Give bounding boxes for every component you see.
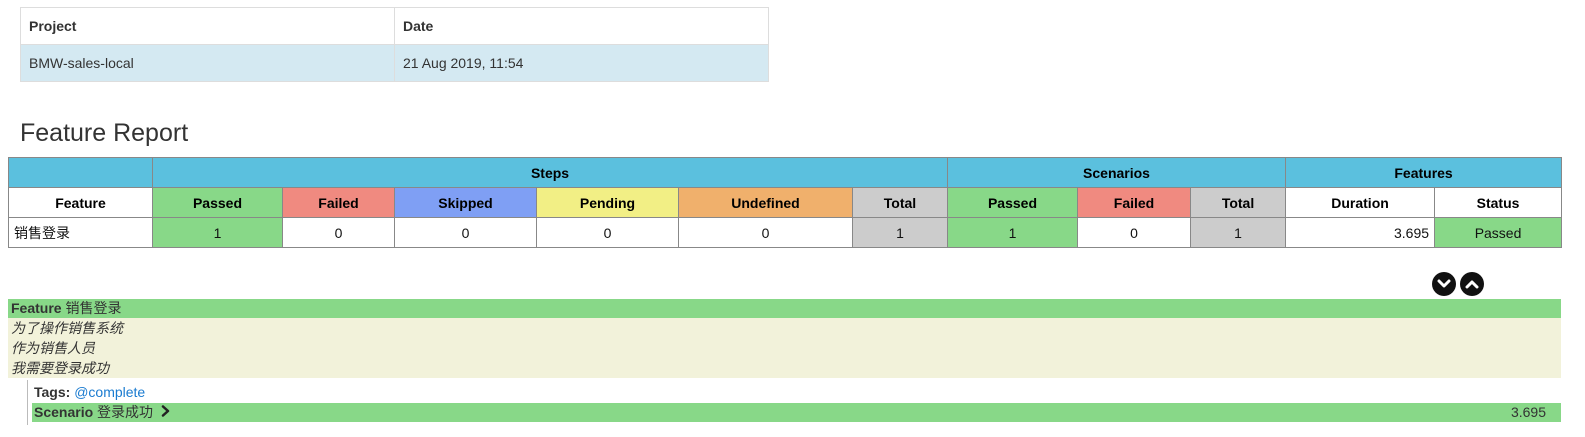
description-line: 我需要登录成功 [11, 360, 109, 376]
feature-name: 销售登录 [65, 300, 122, 316]
feature-link[interactable]: 销售登录 [8, 217, 153, 248]
scenario-tags: Tags: @complete [34, 384, 145, 400]
scenario-keyword: Scenario [34, 404, 94, 420]
steps-undefined-value: 0 [678, 217, 853, 248]
steps-failed-value: 0 [282, 217, 395, 248]
chevron-right-icon[interactable] [161, 403, 170, 422]
features-group-header: Features [1285, 157, 1563, 188]
col-steps-skipped[interactable]: Skipped [394, 187, 537, 218]
table-row: 销售登录 1 0 0 0 0 1 1 0 1 3.695 Passed [8, 217, 1563, 248]
steps-passed-value: 1 [152, 217, 283, 248]
col-scenarios-passed[interactable]: Passed [947, 187, 1078, 218]
col-status[interactable]: Status [1434, 187, 1563, 218]
feature-group-header-empty [8, 157, 153, 188]
description-line: 作为销售人员 [11, 340, 95, 356]
tag-link[interactable]: @complete [74, 384, 145, 400]
col-steps-undefined[interactable]: Undefined [678, 187, 853, 218]
project-header: Project [20, 7, 395, 45]
scenario-name: 登录成功 [97, 404, 154, 420]
steps-group-header: Steps [152, 157, 948, 188]
date-value: 21 Aug 2019, 11:54 [394, 44, 769, 82]
scenario-divider [27, 380, 28, 425]
chevron-down-icon[interactable] [1432, 272, 1456, 296]
steps-skipped-value: 0 [394, 217, 537, 248]
page-title: Feature Report [20, 119, 189, 147]
col-duration[interactable]: Duration [1285, 187, 1436, 218]
feature-keyword: Feature [11, 300, 62, 316]
duration-value: 3.695 [1285, 217, 1436, 248]
col-scenarios-failed[interactable]: Failed [1077, 187, 1191, 218]
feature-header: Feature 销售登录 [8, 299, 1561, 318]
scenario-header[interactable]: Scenario 登录成功 3.695 [32, 403, 1561, 422]
feature-report-table: Steps Scenarios Features Feature Passed … [8, 157, 1563, 248]
col-feature[interactable]: Feature [8, 187, 153, 218]
project-info-table: Project Date BMW-sales-local 21 Aug 2019… [20, 7, 769, 82]
steps-total-value: 1 [852, 217, 948, 248]
col-scenarios-total[interactable]: Total [1189, 187, 1287, 218]
scenarios-failed-value: 0 [1077, 217, 1191, 248]
status-badge: Passed [1434, 217, 1563, 248]
col-steps-pending[interactable]: Pending [536, 187, 679, 218]
col-steps-passed[interactable]: Passed [152, 187, 283, 218]
tags-label: Tags: [34, 384, 71, 400]
scenarios-passed-value: 1 [947, 217, 1078, 248]
steps-pending-value: 0 [536, 217, 679, 248]
col-steps-total[interactable]: Total [852, 187, 948, 218]
project-value: BMW-sales-local [20, 44, 395, 82]
scenario-duration: 3.695 [1510, 404, 1546, 420]
date-header: Date [394, 7, 769, 45]
scenarios-total-value: 1 [1189, 217, 1287, 248]
scenarios-group-header: Scenarios [946, 157, 1287, 188]
feature-description: 为了操作销售系统 作为销售人员 我需要登录成功 [8, 318, 1561, 378]
col-steps-failed[interactable]: Failed [282, 187, 395, 218]
chevron-up-icon[interactable] [1460, 272, 1484, 296]
description-line: 为了操作销售系统 [11, 320, 123, 336]
